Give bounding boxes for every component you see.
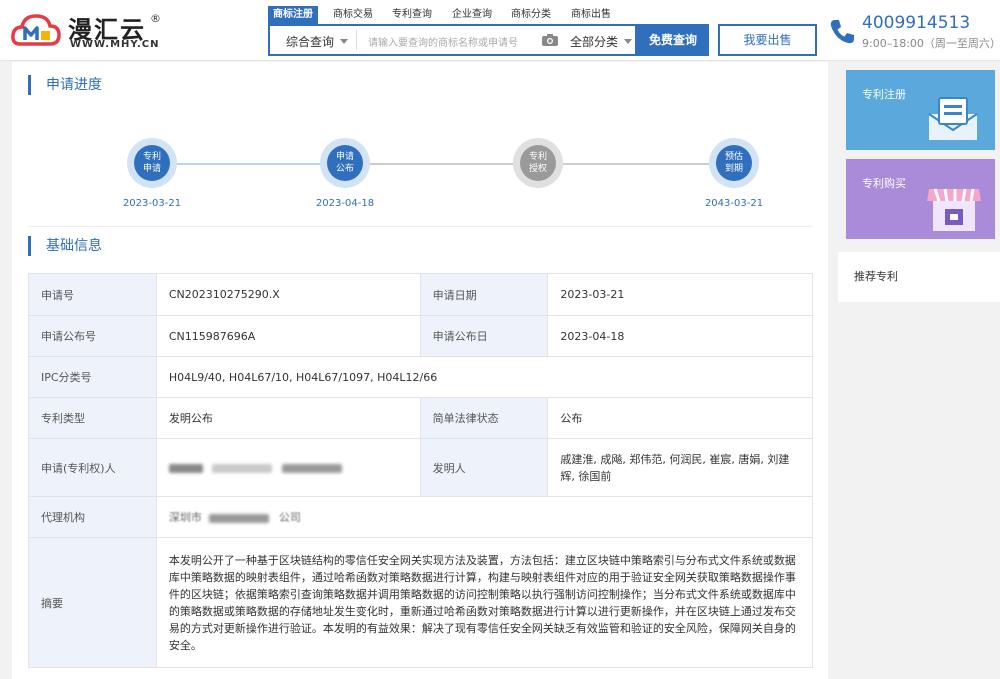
tab-patent-query[interactable]: 专利查询 [387, 6, 437, 24]
cell-label: 摘要 [28, 537, 157, 668]
cell-label: 申请日期 [419, 273, 549, 316]
tab-trademark-trade[interactable]: 商标交易 [328, 6, 378, 24]
search-type-select[interactable]: 综合查询 [286, 33, 334, 50]
node-date: 2023-03-21 [122, 198, 182, 209]
recommended-patents[interactable]: 推荐专利 [838, 252, 1000, 302]
search-input[interactable]: 请输入要查询的商标名称或申请号 [368, 34, 518, 49]
node-label: 授权 [528, 164, 547, 174]
agency-redacted: 深圳市 公司 [155, 496, 814, 538]
phone-icon [830, 20, 854, 44]
cell-label: 简单法律状态 [419, 397, 549, 439]
applicant-redacted [155, 438, 421, 497]
ipc-codes: H04L9/40, H04L67/10, H04L67/1097, H04L12… [155, 356, 814, 398]
progress-line [347, 163, 538, 165]
table-row: IPC分类号 H04L9/40, H04L67/10, H04L67/1097,… [28, 356, 814, 398]
basic-info-table: 申请号 CN202310275290.X 申请日期 2023-03-21 申请公… [28, 273, 814, 668]
agency-text: 深圳市 [168, 511, 202, 524]
table-row: 申请号 CN202310275290.X 申请日期 2023-03-21 [28, 273, 813, 316]
tab-trademark-class[interactable]: 商标分类 [506, 6, 556, 24]
section-title-progress: 申请进度 [28, 75, 102, 95]
progress-line [154, 163, 345, 165]
shop-icon [927, 188, 981, 231]
sell-button[interactable]: 我要出售 [718, 24, 817, 56]
section-title-basic: 基础信息 [28, 236, 102, 256]
node-label: 到期 [724, 164, 743, 174]
node-label: 公布 [335, 164, 354, 174]
cell-label: IPC分类号 [28, 356, 157, 398]
registered-mark: ® [150, 12, 161, 25]
progress-node-expire: 预估 到期 [709, 138, 759, 188]
logo-url: WWW.MHY.CN [70, 39, 160, 50]
redacted-text [212, 463, 273, 473]
node-label: 预估 [724, 152, 743, 162]
table-row: 申请公布号 CN115987696A 申请公布日 2023-04-18 [28, 315, 813, 357]
patent-type: 发明公布 [155, 397, 421, 439]
table-row: 申请(专利权)人 发明人 戚建淮, 成飚, 郑伟范, 何润民, 崔宸, 唐娟, … [28, 438, 813, 497]
logo-cloud-icon [11, 14, 61, 46]
tab-company-query[interactable]: 企业查询 [447, 6, 497, 24]
legal-status: 公布 [547, 397, 813, 439]
cell-label: 申请公布日 [419, 315, 549, 357]
cell-label: 发明人 [419, 438, 549, 497]
node-date: 2043-03-21 [704, 198, 764, 209]
inventors: 戚建淮, 成飚, 郑伟范, 何润民, 崔宸, 唐娟, 刘建辉, 徐国前 [547, 438, 813, 497]
card-label: 专利购买 [862, 177, 906, 190]
table-row: 专利类型 发明公布 简单法律状态 公布 [28, 397, 813, 439]
node-label: 专利 [528, 152, 547, 162]
redacted-text [281, 463, 342, 473]
free-query-button[interactable]: 免费查询 [637, 24, 709, 56]
progress-node-publish: 申请 公布 [320, 138, 370, 188]
right-sidebar: 专利注册 专利购买 推荐专利 [838, 62, 1000, 679]
application-date: 2023-03-21 [547, 273, 813, 316]
chevron-down-icon [340, 39, 348, 44]
agency-text: 公司 [278, 511, 301, 524]
abstract-text: 本发明公开了一种基于区块链结构的零信任安全网关实现方法及装置，方法包括：建立区块… [155, 537, 814, 668]
top-header: 漫汇云 ® WWW.MHY.CN 商标注册 商标交易 专利查询 企业查询 商标分… [0, 0, 1000, 61]
tab-trademark-register[interactable]: 商标注册 [268, 6, 318, 24]
main-content: 申请进度 专利 申请 2023-03-21 申请 公布 2023-04-18 专利授… [12, 62, 828, 679]
chevron-down-icon [624, 39, 632, 44]
phone-number: 4009914513 [862, 13, 971, 33]
category-select[interactable]: 全部分类 [570, 33, 618, 50]
node-date: 2023-04-18 [315, 198, 375, 209]
node-label: 申请 [142, 164, 161, 174]
cell-label: 代理机构 [28, 496, 157, 538]
cell-label: 专利类型 [28, 397, 157, 439]
patent-register-card[interactable]: 专利注册 [846, 70, 995, 150]
camera-icon[interactable] [542, 34, 558, 46]
document-envelope-icon [928, 97, 978, 140]
divider [28, 226, 812, 227]
table-row: 摘要 本发明公开了一种基于区块链结构的零信任安全网关实现方法及装置，方法包括：建… [28, 537, 814, 668]
table-row: 代理机构 深圳市 公司 [28, 496, 814, 538]
publication-date: 2023-04-18 [547, 315, 813, 357]
cell-label: 申请公布号 [28, 315, 157, 357]
node-label: 申请 [335, 152, 354, 162]
redacted-text [209, 513, 270, 523]
cell-label: 申请号 [28, 273, 157, 316]
progress-line [540, 163, 734, 165]
card-label: 专利注册 [862, 88, 906, 101]
divider [356, 30, 357, 50]
publication-number: CN115987696A [155, 315, 421, 357]
tab-trademark-sale[interactable]: 商标出售 [566, 6, 616, 24]
progress-node-apply: 专利 申请 [127, 138, 177, 188]
patent-purchase-card[interactable]: 专利购买 [846, 159, 995, 239]
application-number: CN202310275290.X [155, 273, 421, 316]
progress-node-grant: 专利 授权 [513, 138, 563, 188]
node-label: 专利 [142, 152, 161, 162]
logo[interactable]: 漫汇云 ® WWW.MHY.CN [10, 8, 161, 54]
cell-label: 申请(专利权)人 [28, 438, 157, 497]
redacted-text [168, 463, 203, 473]
service-hours: 9:00–18:00（周一至周六） [862, 37, 1000, 50]
search-bar: 综合查询 请输入要查询的商标名称或申请号 全部分类 [268, 24, 637, 56]
